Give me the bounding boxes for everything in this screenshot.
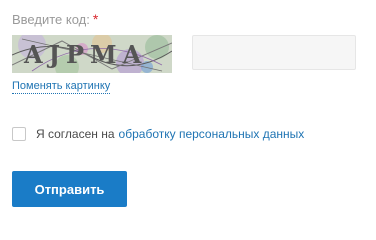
code-input[interactable]: [192, 35, 356, 70]
required-mark: *: [92, 11, 99, 27]
submit-button[interactable]: Отправить: [12, 171, 127, 207]
personal-data-link[interactable]: обработку персональных данных: [119, 127, 305, 141]
consent-text: Я согласен на: [36, 127, 115, 141]
captcha-image: AJPMA: [12, 35, 172, 73]
captcha-text: AJPMA: [23, 40, 147, 69]
code-label: Введите код: *: [12, 11, 98, 27]
change-image-link[interactable]: Поменять картинку: [12, 80, 111, 94]
code-label-text: Введите код:: [12, 12, 90, 27]
consent-checkbox[interactable]: [12, 127, 26, 141]
consent-row: Я согласен на обработку персональных дан…: [12, 127, 304, 141]
